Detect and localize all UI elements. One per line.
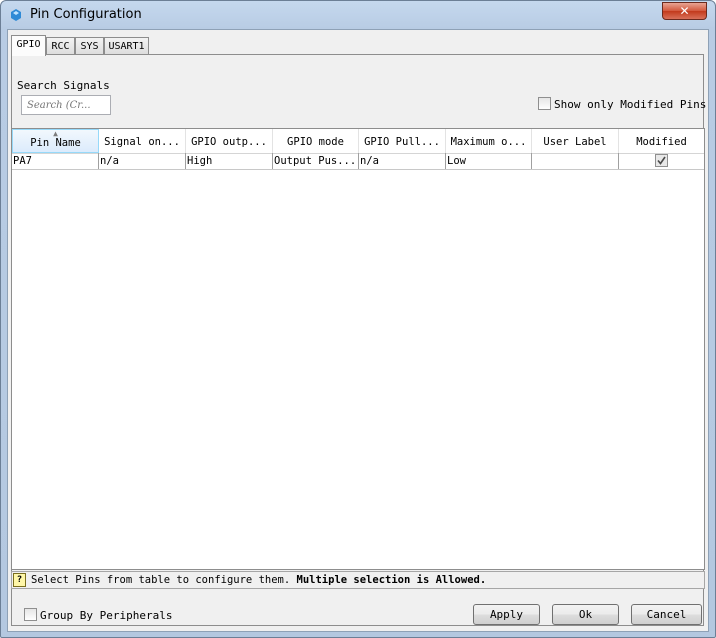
cell-gpio-output[interactable]: High xyxy=(186,153,273,169)
search-signals-label: Search Signals xyxy=(17,79,110,92)
cell-gpio-mode[interactable]: Output Pus... xyxy=(273,153,359,169)
show-modified-checkbox[interactable] xyxy=(538,97,551,110)
tab-sys[interactable]: SYS xyxy=(75,37,104,55)
column-header-gpio-pull[interactable]: GPIO Pull... xyxy=(359,129,446,153)
column-header-signal[interactable]: Signal on... xyxy=(99,129,186,153)
group-by-peripherals-checkbox[interactable] xyxy=(24,608,37,621)
close-button[interactable]: ✕ xyxy=(662,2,707,20)
title-bar[interactable]: Pin Configuration ✕ xyxy=(1,1,715,29)
cube-app-icon xyxy=(11,9,21,21)
pin-table: ▲ Pin Name Signal on... GPIO outp... GPI… xyxy=(11,128,705,570)
column-header-gpio-mode[interactable]: GPIO mode xyxy=(273,129,359,153)
status-emphasis: Multiple selection is Allowed. xyxy=(296,574,487,586)
show-modified-label: Show only Modified Pins xyxy=(554,98,707,111)
group-by-peripherals-label: Group By Peripherals xyxy=(40,609,173,622)
cell-max-speed[interactable]: Low xyxy=(446,153,532,169)
column-header-max-speed[interactable]: Maximum o... xyxy=(446,129,532,153)
status-text: Select Pins from table to configure them… xyxy=(31,574,297,586)
table-header: ▲ Pin Name Signal on... GPIO outp... GPI… xyxy=(12,129,704,154)
sort-ascending-icon: ▲ xyxy=(53,129,58,138)
cell-modified[interactable] xyxy=(619,153,704,169)
status-bar: ? Select Pins from table to configure th… xyxy=(11,571,705,589)
table-row[interactable]: PA7 n/a High Output Pus... n/a Low xyxy=(12,153,704,170)
tab-usart1[interactable]: USART1 xyxy=(104,37,149,55)
column-header-pin-name[interactable]: ▲ Pin Name xyxy=(12,129,99,153)
help-icon: ? xyxy=(13,573,26,587)
status-message: Select Pins from table to configure them… xyxy=(31,574,486,586)
cell-gpio-pull[interactable]: n/a xyxy=(359,153,446,169)
search-input[interactable] xyxy=(21,95,111,115)
column-header-modified[interactable]: Modified xyxy=(619,129,704,153)
modified-checkbox-checked-icon[interactable] xyxy=(655,154,668,167)
apply-button[interactable]: Apply xyxy=(473,604,540,625)
ok-button[interactable]: Ok xyxy=(552,604,619,625)
cancel-button[interactable]: Cancel xyxy=(631,604,702,625)
dialog-body: GPIO RCC SYS USART1 Search Signals Show … xyxy=(7,29,709,632)
cell-user-label[interactable] xyxy=(532,153,619,169)
tab-gpio[interactable]: GPIO xyxy=(11,35,46,56)
cell-signal[interactable]: n/a xyxy=(99,153,186,169)
column-header-gpio-output[interactable]: GPIO outp... xyxy=(186,129,273,153)
cell-pin-name[interactable]: PA7 xyxy=(12,153,99,169)
column-header-user-label[interactable]: User Label xyxy=(532,129,619,153)
tab-rcc[interactable]: RCC xyxy=(46,37,75,55)
pin-configuration-dialog: Pin Configuration ✕ GPIO RCC SYS USART1 … xyxy=(0,0,716,638)
window-title: Pin Configuration xyxy=(30,7,142,22)
